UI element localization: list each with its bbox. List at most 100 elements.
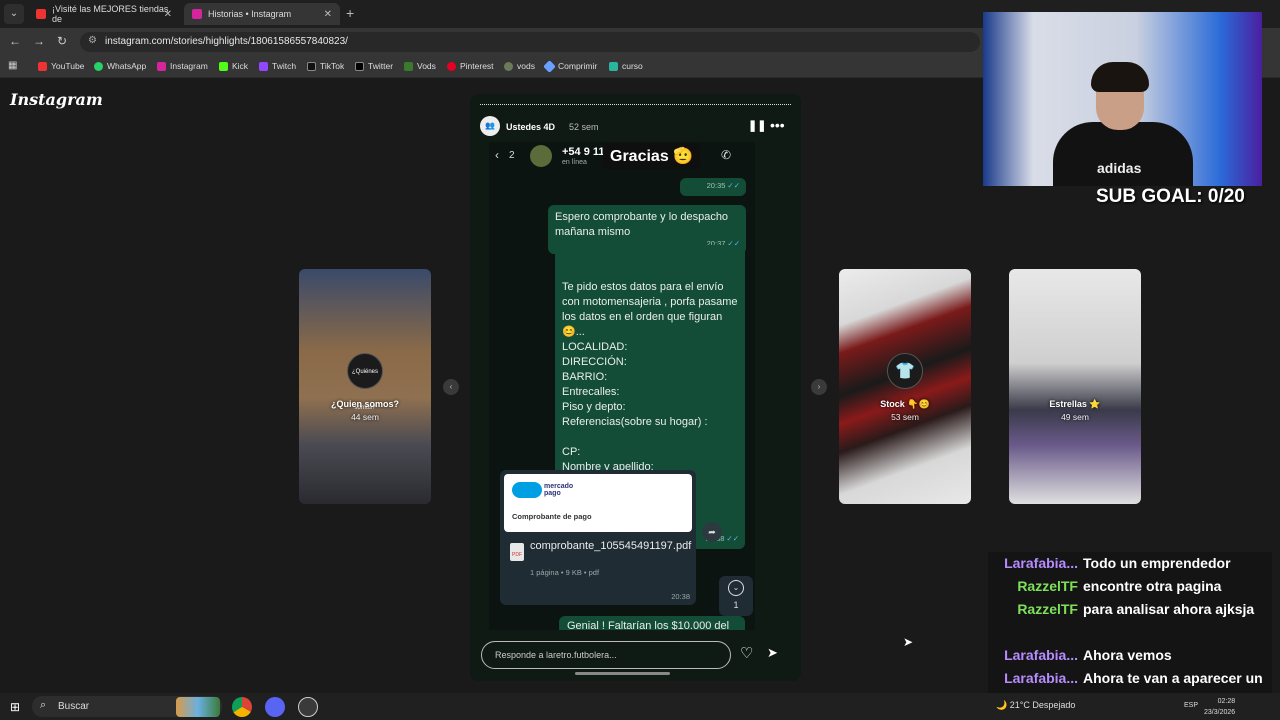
close-icon[interactable]: ✕ (164, 9, 172, 20)
story-header: 👥 Ustedes 4D 52 sem ❚❚ ••• (480, 116, 791, 138)
unread-count: 2 (509, 150, 515, 161)
language-indicator[interactable]: ESP (1184, 702, 1198, 709)
bookmark-label: Comprimir (558, 61, 598, 71)
bookmark-vods[interactable]: Vods (404, 61, 436, 71)
sub-goal: SUB GOAL: 0/20 (1096, 186, 1245, 207)
story-progress (480, 104, 791, 106)
previous-story-button[interactable]: ‹ (443, 379, 459, 395)
streamer-hair (1091, 62, 1149, 92)
payment-preview: mercado pago Comprobante de pago (504, 474, 692, 532)
pause-icon[interactable]: ❚❚ (748, 119, 766, 132)
bookmark-youtube[interactable]: YouTube (38, 61, 84, 71)
chat-nick: RazzelTF (1017, 601, 1078, 617)
payment-title: Comprobante de pago (512, 512, 592, 521)
story-thumb-stock[interactable]: 👕 Stock 👇😊 53 sem (839, 269, 971, 504)
scrollbar[interactable] (575, 672, 670, 675)
x-icon (355, 61, 364, 71)
story-time: 52 sem (569, 122, 599, 132)
bookmark-label: Twitter (368, 61, 394, 71)
tab-title: Historias • Instagram (208, 9, 292, 19)
chat-nick: Larafabia... (1004, 555, 1078, 571)
back-icon[interactable]: ← (9, 34, 21, 48)
close-icon[interactable]: ✕ (324, 9, 332, 20)
instagram-icon (192, 9, 202, 19)
tab-youtube[interactable]: ¡Visité las MEJORES tiendas de ✕ (28, 3, 180, 25)
bookmark-label: WhatsApp (107, 61, 147, 71)
shirt-icon: 👕 (887, 353, 923, 389)
reply-input[interactable]: Responde a laretro.futbolera... (481, 641, 731, 669)
story-thumb-estrellas[interactable]: Estrellas ⭐ 49 sem (1009, 269, 1141, 504)
new-tab-button[interactable]: + (346, 5, 354, 21)
comprimir-icon (543, 59, 556, 73)
send-icon[interactable]: ➤ (767, 645, 778, 661)
story-username[interactable]: Ustedes 4D (506, 122, 555, 132)
more-icon[interactable]: ••• (770, 117, 785, 133)
bookmark-twitch[interactable]: Twitch (259, 61, 296, 71)
windows-start-icon[interactable]: ⊞ (10, 700, 20, 714)
avatar[interactable]: 👥 (480, 116, 500, 136)
curso-icon (609, 61, 618, 71)
bookmark-label: Vods (417, 61, 436, 71)
mercado-pago-logo (512, 482, 542, 498)
search-highlight-image[interactable] (176, 697, 220, 717)
forward-icon[interactable]: → (33, 34, 45, 48)
bookmark-curso[interactable]: curso (609, 61, 643, 71)
tab-title: ¡Visité las MEJORES tiendas de (52, 4, 169, 24)
bookmark-label: Kick (232, 61, 249, 71)
stream-chat: Larafabia... Todo un emprendedor RazzelT… (988, 552, 1272, 708)
bookmark-whatsapp[interactable]: WhatsApp (94, 61, 146, 71)
highlight-cover (1057, 353, 1093, 389)
tab-search-button[interactable]: ⌄ (4, 4, 24, 24)
heart-icon[interactable]: ♡ (740, 644, 753, 662)
next-story-button[interactable]: › (811, 379, 827, 395)
instagram-logo[interactable]: Instagram (10, 90, 103, 109)
chevron-down-icon: ⌄ (728, 580, 744, 596)
clock-date: 23/3/2026 (1204, 709, 1236, 716)
highlight-title: Estrellas ⭐ (1049, 399, 1101, 409)
moon-icon: 🌙 (996, 700, 1008, 710)
bookmark-tiktok[interactable]: TikTok (307, 61, 344, 71)
reload-icon[interactable]: ↻ (57, 34, 67, 48)
chat-header: ‹ 2 +54 9 11 en línea Gracias 🫡 ✆ (489, 142, 755, 172)
bookmark-twitter[interactable]: Twitter (355, 61, 393, 71)
chrome-icon[interactable] (232, 697, 252, 717)
weather-widget[interactable]: 🌙 21°C Despejado (996, 700, 1075, 711)
highlight-title: Stock 👇😊 (880, 399, 930, 409)
bookmark-label: TikTok (320, 61, 345, 71)
mouse-cursor-icon: ➤ (903, 635, 914, 649)
bookmark-label: vods (517, 61, 535, 71)
search-placeholder: Buscar (58, 701, 90, 712)
bookmark-comprimir[interactable]: Comprimir (543, 59, 598, 73)
message-text: Te pido estos datos para el envío con mo… (562, 281, 738, 488)
vods-icon (504, 61, 513, 71)
bookmark-label: YouTube (51, 61, 85, 71)
highlight-cover: ¿Quiénes somos? (347, 353, 383, 411)
chat-text: Todo un emprendedor (1083, 555, 1231, 571)
clock[interactable]: 02:28 23/3/2026 (1204, 696, 1235, 718)
chat-text: para analisar ahora ajksja (1083, 601, 1255, 617)
bookmark-instagram[interactable]: Instagram (157, 61, 208, 71)
story-viewer[interactable]: 👥 Ustedes 4D 52 sem ❚❚ ••• ‹ 2 +54 9 11 … (470, 94, 801, 681)
bookmark-label: curso (622, 61, 643, 71)
url-text: instagram.com/stories/highlights/1806158… (105, 36, 348, 47)
tab-instagram[interactable]: Historias • Instagram ✕ (184, 3, 340, 25)
bookmark-vods-2[interactable]: vods (504, 61, 535, 71)
bookmark-pinterest[interactable]: Pinterest (447, 61, 494, 71)
apps-icon[interactable]: ▦ (8, 60, 17, 71)
site-info-icon[interactable]: ⚙ (88, 35, 97, 46)
youtube-icon (36, 9, 46, 19)
chat-nick: Larafabia... (1004, 647, 1078, 663)
file-name: comprobante_105545491197.pdf (530, 540, 692, 552)
forward-icon: ➦ (702, 522, 722, 542)
discord-icon[interactable] (265, 697, 285, 717)
url-bar[interactable]: ⚙ instagram.com/stories/highlights/18061… (80, 32, 980, 52)
story-thumb-quien-somos[interactable]: ¿Quiénes somos? ¿Quien somos? 44 sem (299, 269, 431, 504)
message-time: 20:38 (671, 592, 690, 601)
unread-count: 1 (733, 600, 739, 610)
clock-time: 02:28 (1217, 698, 1236, 705)
instagram-icon (157, 61, 166, 71)
phone-icon: ✆ (721, 148, 732, 162)
obs-icon[interactable] (298, 697, 318, 717)
bookmark-kick[interactable]: Kick (219, 61, 248, 71)
kick-icon (219, 61, 228, 71)
